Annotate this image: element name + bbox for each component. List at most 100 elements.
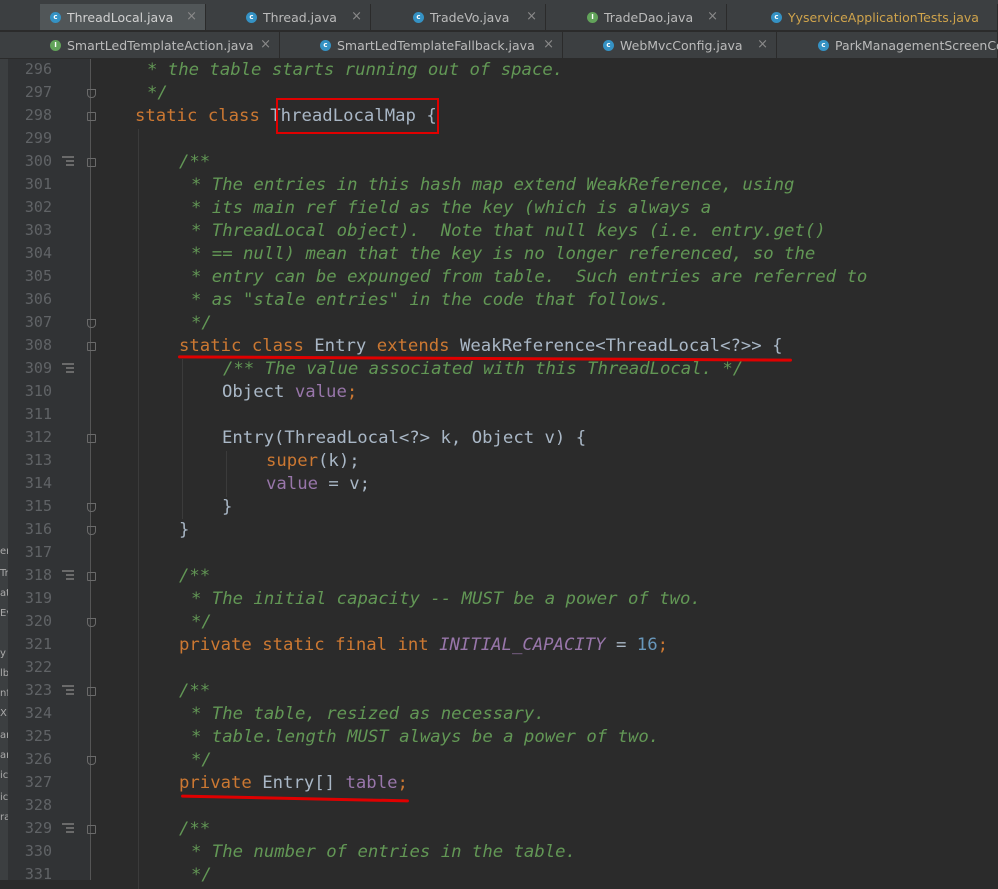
line-number: 327 bbox=[24, 773, 52, 791]
tab-threadlocal-java[interactable]: c ThreadLocal.java × bbox=[40, 4, 206, 30]
close-icon[interactable]: × bbox=[526, 9, 537, 24]
code-line-304: * == null) mean that the key is no longe… bbox=[191, 244, 816, 264]
code-line-296: * the table starts running out of space. bbox=[147, 60, 564, 80]
tab-parkmanagement-java[interactable]: c ParkManagementScreenCont bbox=[808, 32, 998, 58]
line-number: 297 bbox=[24, 83, 52, 101]
tab-label: SmartLedTemplateAction.java bbox=[67, 37, 254, 53]
class-icon: c bbox=[246, 11, 257, 23]
field-table[interactable]: table bbox=[346, 773, 398, 793]
code-line-308: static class Entry extends WeakReference… bbox=[179, 335, 783, 358]
code-line-297: */ bbox=[147, 83, 168, 103]
close-icon[interactable]: × bbox=[186, 9, 197, 24]
tab-smartled-action-java[interactable]: I SmartLedTemplateAction.java × bbox=[40, 32, 280, 58]
close-icon[interactable]: × bbox=[260, 37, 271, 52]
line-number: 301 bbox=[24, 175, 52, 193]
red-underline bbox=[180, 794, 410, 803]
editor-tab-row-1: c ThreadLocal.java × c Thread.java × c T… bbox=[0, 4, 998, 31]
code-line-306: * as "stale entries" in the code that fo… bbox=[191, 290, 670, 310]
tab-yyservice-tests-java[interactable]: c YyserviceApplicationTests.java bbox=[761, 4, 998, 30]
keyword: static bbox=[179, 336, 242, 356]
line-number: 322 bbox=[24, 658, 52, 676]
rendered-doc-icon[interactable] bbox=[62, 363, 74, 373]
tab-label: YyserviceApplicationTests.java bbox=[788, 9, 979, 25]
class-name-entry[interactable]: Entry bbox=[314, 336, 366, 356]
keyword: private static final int bbox=[179, 635, 429, 655]
code-line-302: * its main ref field as the key (which i… bbox=[191, 198, 712, 218]
close-icon[interactable]: × bbox=[757, 37, 768, 52]
rendered-doc-icon[interactable] bbox=[62, 823, 74, 833]
line-number: 310 bbox=[24, 382, 52, 400]
line-number: 328 bbox=[24, 796, 52, 814]
class-icon: c bbox=[320, 39, 331, 51]
code-line-318: /** bbox=[179, 566, 211, 586]
tab-tradedao-java[interactable]: I TradeDao.java × bbox=[577, 4, 727, 30]
close-icon[interactable]: × bbox=[707, 9, 718, 24]
line-number: 309 bbox=[24, 359, 52, 377]
tab-thread-java[interactable]: c Thread.java × bbox=[236, 4, 371, 30]
project-panel-edge[interactable]: er Tr at Ev y lb nf X ar ar ic ic ra bbox=[0, 59, 12, 880]
line-number: 325 bbox=[24, 727, 52, 745]
class-icon: c bbox=[50, 11, 61, 23]
code-editor[interactable]: * the table starts running out of space.… bbox=[91, 59, 998, 889]
line-number: 298 bbox=[24, 106, 52, 124]
indent-guide bbox=[138, 129, 139, 889]
line-number: 320 bbox=[24, 612, 52, 630]
line-number: 312 bbox=[24, 428, 52, 446]
line-number: 321 bbox=[24, 635, 52, 653]
editor-gutter[interactable]: 296 297 298 299 300 301 302 303 304 305 306 307 308 3… bbox=[8, 59, 96, 883]
code-line-325: * table.length MUST always be a power of… bbox=[191, 727, 660, 747]
keyword: class bbox=[207, 106, 260, 126]
panel-fragment: y bbox=[0, 648, 6, 659]
constant-initial-capacity[interactable]: INITIAL_CAPACITY bbox=[439, 635, 605, 655]
code-line-329: /** bbox=[179, 819, 211, 839]
line-number: 305 bbox=[24, 267, 52, 285]
code-line-312: Entry(ThreadLocal<?> k, Object v) { bbox=[222, 428, 587, 448]
line-number: 317 bbox=[24, 543, 52, 561]
rendered-doc-icon[interactable] bbox=[62, 685, 74, 695]
tab-tradevo-java[interactable]: c TradeVo.java × bbox=[403, 4, 546, 30]
tab-label: WebMvcConfig.java bbox=[620, 37, 743, 53]
line-number: 318 bbox=[24, 566, 52, 584]
close-icon[interactable]: × bbox=[351, 9, 362, 24]
field-value[interactable]: value bbox=[266, 474, 318, 494]
superclass[interactable]: WeakReference<ThreadLocal<?>> { bbox=[460, 336, 783, 356]
semicolon: ; bbox=[346, 382, 358, 402]
line-number: 314 bbox=[24, 474, 52, 492]
line-number: 315 bbox=[24, 497, 52, 515]
code-line-324: * The table, resized as necessary. bbox=[191, 704, 545, 724]
rendered-doc-icon[interactable] bbox=[62, 570, 74, 580]
type: Entry[] bbox=[262, 773, 336, 793]
indent-guide bbox=[182, 359, 183, 519]
test-class-icon: c bbox=[771, 11, 782, 23]
interface-icon: I bbox=[50, 39, 61, 51]
tab-label: Thread.java bbox=[263, 9, 337, 25]
code-line-315: } bbox=[222, 497, 233, 517]
close-icon[interactable]: × bbox=[543, 37, 554, 52]
code-line-305: * entry can be expunged from table. Such… bbox=[191, 267, 868, 287]
keyword: static bbox=[135, 106, 198, 126]
class-icon: c bbox=[603, 39, 614, 51]
tab-webmvcconfig-java[interactable]: c WebMvcConfig.java × bbox=[593, 32, 777, 58]
field-value[interactable]: value bbox=[295, 382, 347, 402]
tab-label: ThreadLocal.java bbox=[67, 9, 174, 25]
line-number: 323 bbox=[24, 681, 52, 699]
keyword: super bbox=[266, 451, 319, 471]
keyword: extends bbox=[376, 336, 450, 356]
tab-label: SmartLedTemplateFallback.java bbox=[337, 37, 535, 53]
tab-smartled-fallback-java[interactable]: c SmartLedTemplateFallback.java × bbox=[310, 32, 563, 58]
class-icon: c bbox=[413, 11, 424, 23]
tab-label: TradeDao.java bbox=[604, 9, 694, 25]
code-line-327: private Entry[] table; bbox=[179, 772, 408, 795]
code-line-326: */ bbox=[191, 750, 212, 770]
interface-icon: I bbox=[587, 11, 598, 23]
assignment: = v; bbox=[318, 474, 371, 494]
tab-label: ParkManagementScreenCont bbox=[835, 37, 998, 53]
line-number: 331 bbox=[24, 865, 52, 883]
editor-tab-row-2: I SmartLedTemplateAction.java × c SmartL… bbox=[0, 32, 998, 59]
rendered-doc-icon[interactable] bbox=[62, 156, 74, 166]
line-number: 313 bbox=[24, 451, 52, 469]
panel-fragment: X bbox=[0, 708, 7, 719]
line-number: 326 bbox=[24, 750, 52, 768]
line-number: 329 bbox=[24, 819, 52, 837]
code-line-301: * The entries in this hash map extend We… bbox=[191, 175, 795, 195]
